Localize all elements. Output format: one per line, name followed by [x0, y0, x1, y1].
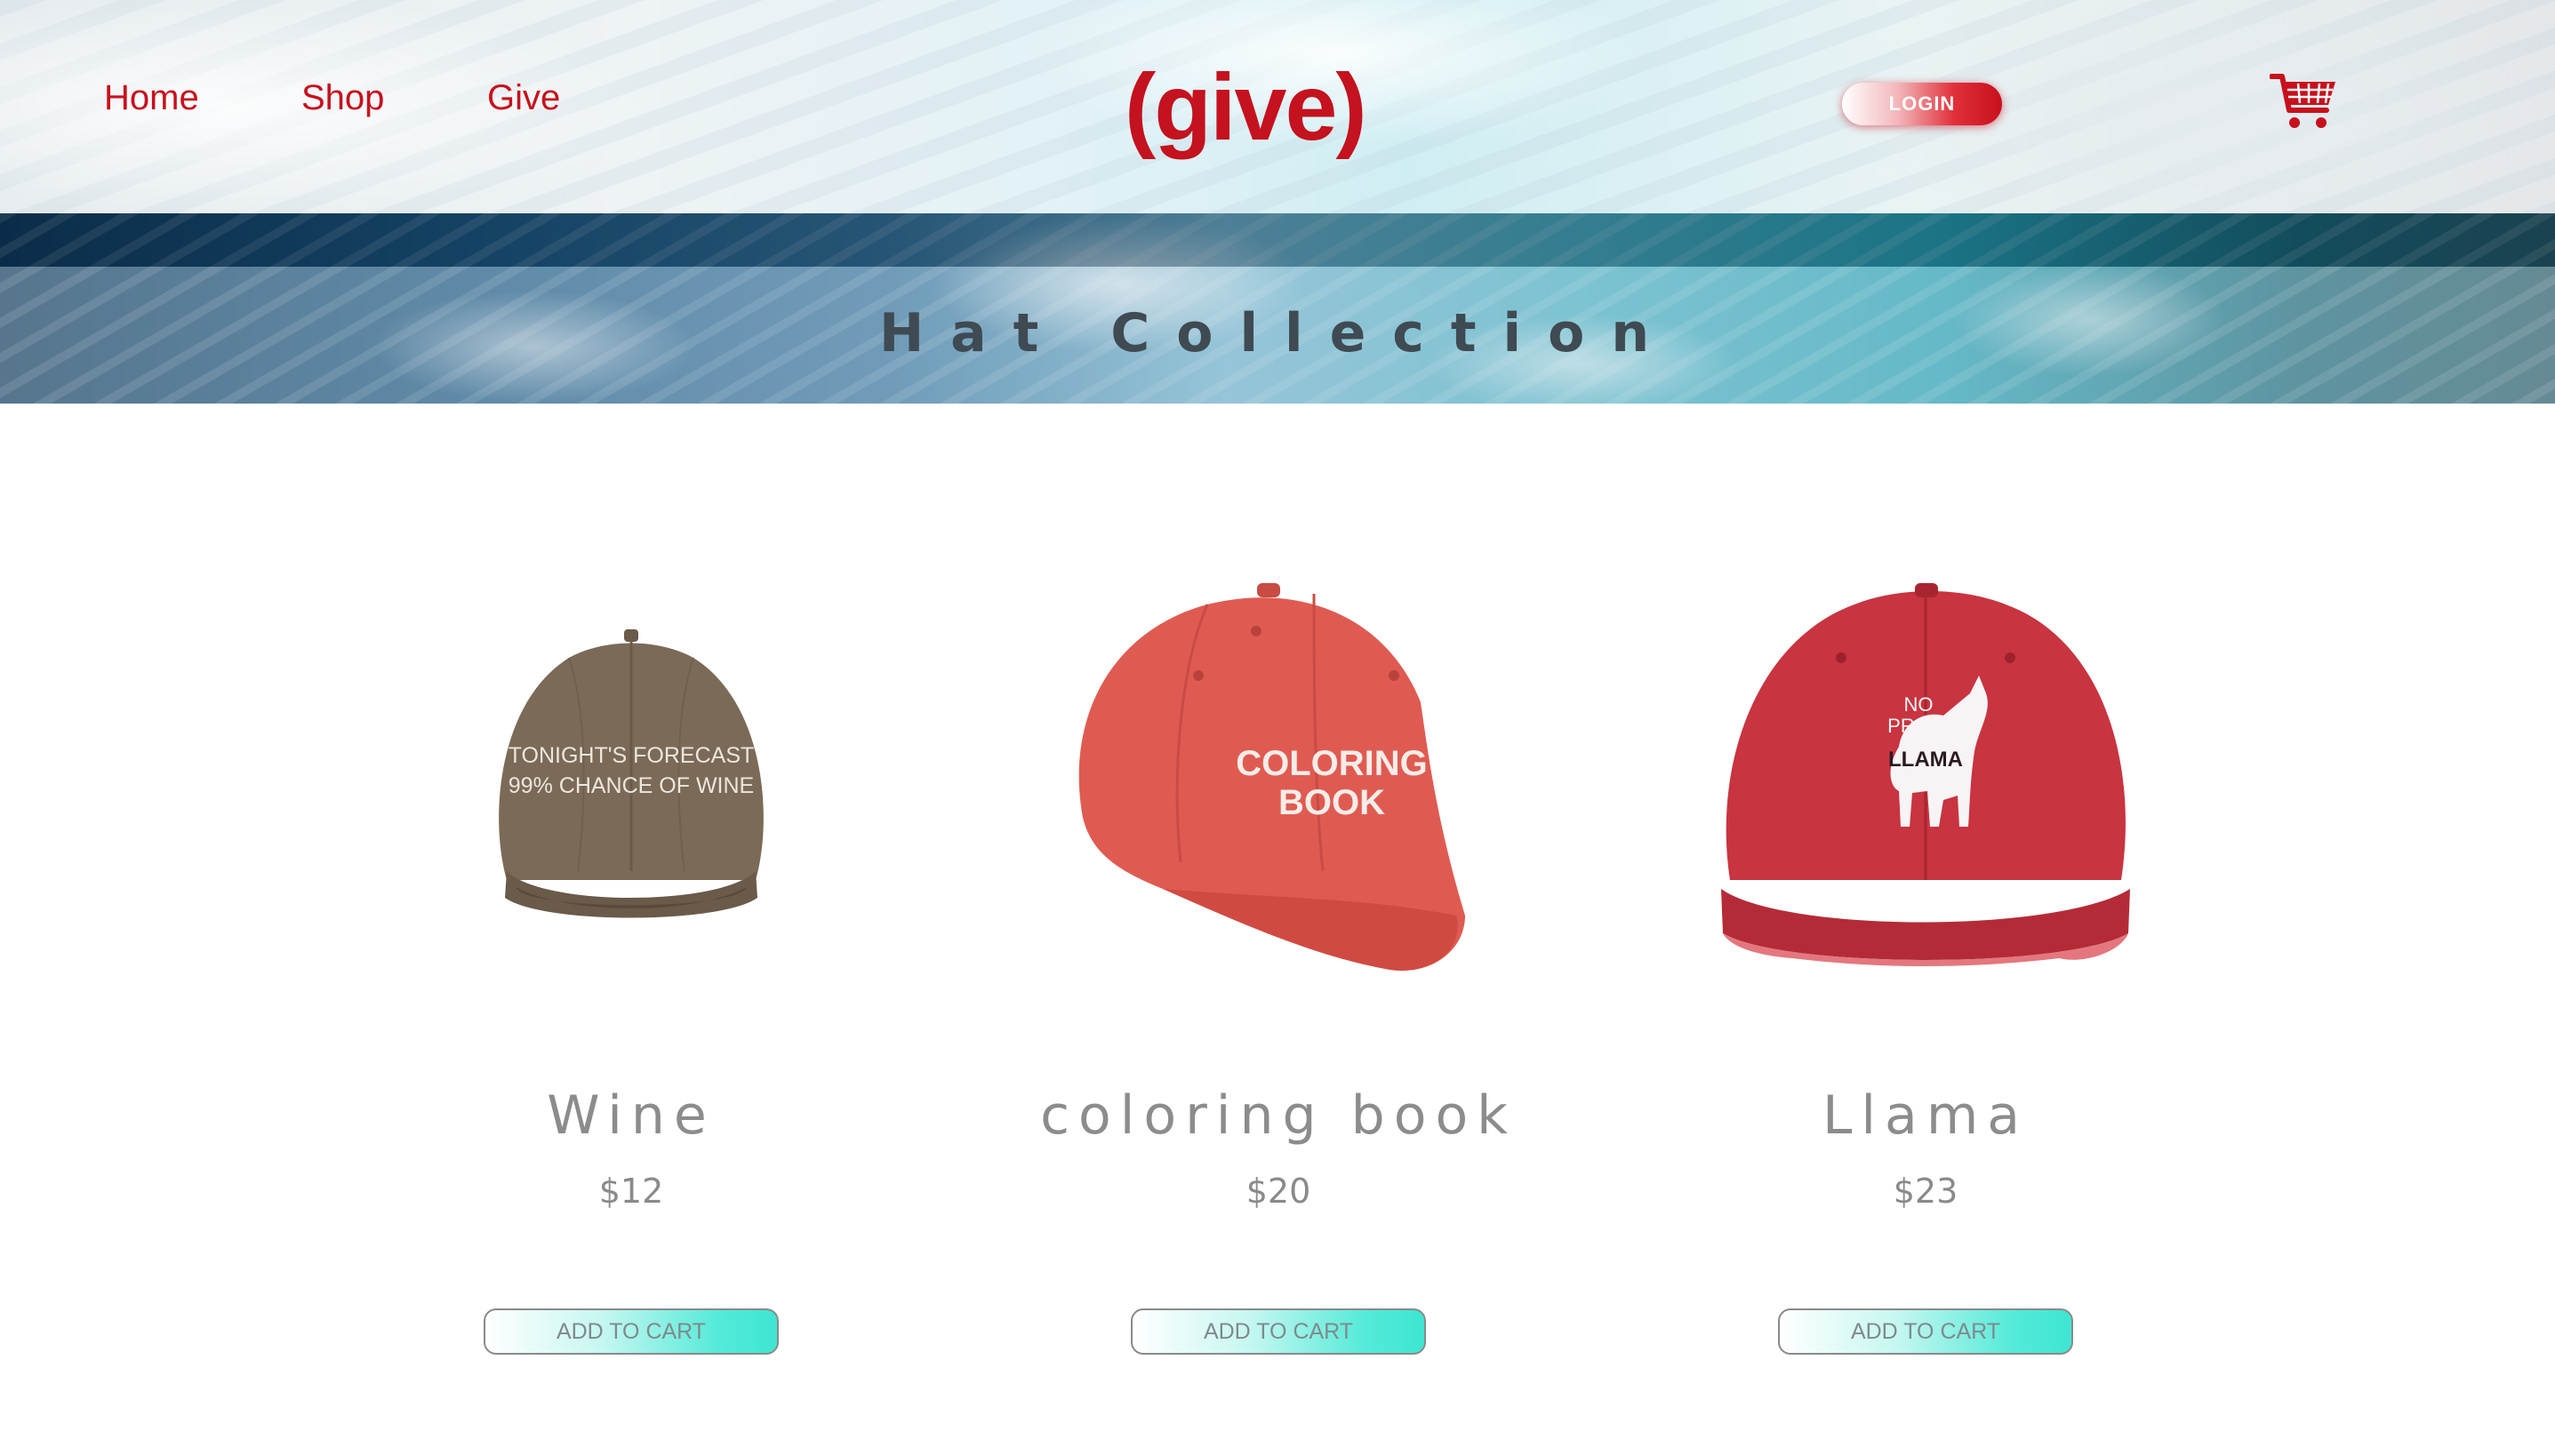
coloring-book-hat-text-line1: COLORING	[1236, 744, 1428, 783]
llama-hat-text-line2: PROB-	[1887, 715, 1950, 737]
product-price: $12	[598, 1172, 664, 1211]
banner-shade	[0, 213, 2555, 267]
brand-logo[interactable]: (give)	[1125, 50, 1367, 165]
login-button[interactable]: LOGIN	[1842, 83, 2002, 125]
page: Home Shop Give (give) LOGIN Hat Collecti…	[0, 0, 2555, 1456]
product-price: $20	[1245, 1172, 1311, 1211]
hero-banner: Hat Collection	[0, 213, 2555, 404]
wine-hat-text-line2: 99% CHANCE OF WINE	[509, 773, 754, 798]
llama-hat-image[interactable]: NO PROB- LLAMA	[1703, 560, 2148, 996]
add-to-cart-button[interactable]: ADD TO CART	[1131, 1308, 1426, 1355]
llama-hat-text-line1: NO	[1904, 693, 1934, 716]
coloring-book-hat-image[interactable]: COLORING BOOK	[1047, 560, 1510, 996]
shopping-cart-icon[interactable]	[2270, 71, 2341, 133]
wine-hat-image[interactable]: TONIGHT'S FORECAST 99% CHANCE OF WINE	[471, 604, 791, 942]
collection-title: Hat Collection	[878, 302, 1677, 364]
coloring-book-hat-text-line2: BOOK	[1278, 783, 1385, 822]
product-price: $23	[1893, 1172, 1958, 1211]
nav-shop-link[interactable]: Shop	[301, 78, 384, 118]
llama-hat-text-line3: LLAMA	[1888, 748, 1963, 772]
add-to-cart-button[interactable]: ADD TO CART	[484, 1308, 779, 1355]
add-to-cart-button[interactable]: ADD TO CART	[1778, 1308, 2073, 1355]
site-header: Home Shop Give (give) LOGIN	[0, 0, 2555, 213]
product-name: Llama	[1822, 1084, 2030, 1147]
product-name: coloring book	[1040, 1084, 1517, 1147]
wine-hat-text-line1: TONIGHT'S FORECAST	[509, 743, 755, 768]
product-name: Wine	[547, 1084, 716, 1147]
nav-home-link[interactable]: Home	[104, 78, 199, 118]
nav-give-link[interactable]: Give	[487, 78, 560, 118]
